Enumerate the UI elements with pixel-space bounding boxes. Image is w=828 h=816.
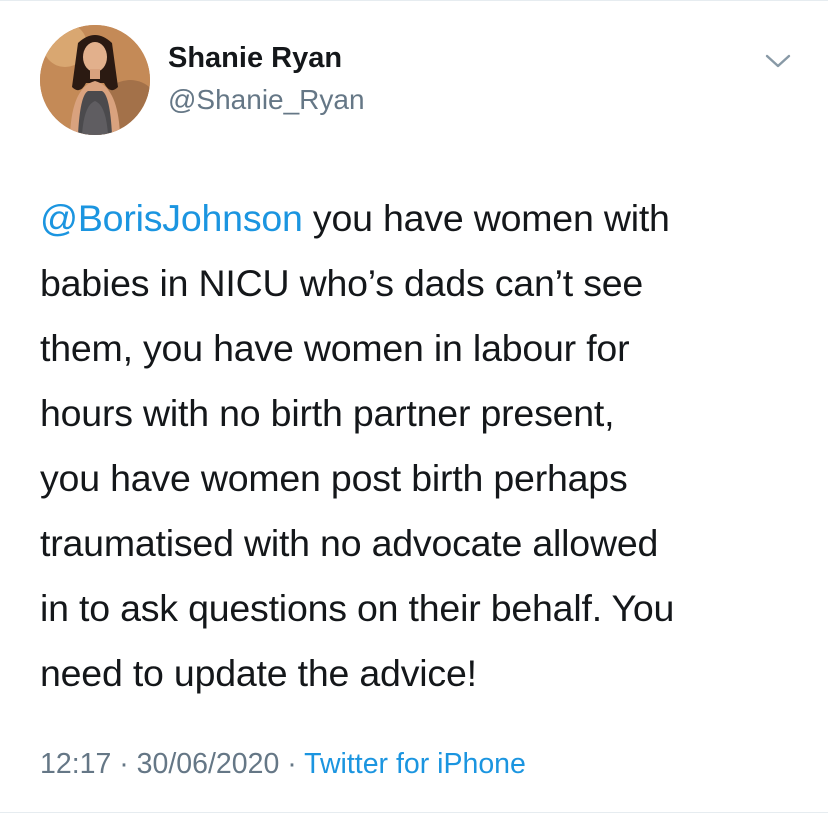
top-divider (0, 0, 828, 1)
tweet-line-text: you have women with (302, 197, 670, 239)
tweet-menu-button[interactable] (760, 46, 796, 76)
avatar[interactable] (40, 25, 150, 135)
tweet-line: traumatised with no advocate allowed (40, 522, 659, 564)
tweet-line: in to ask questions on their behalf. You (40, 587, 675, 629)
tweet-date[interactable]: 30/06/2020 (137, 748, 280, 780)
tweet-time[interactable]: 12:17 (40, 748, 111, 780)
mention-link[interactable]: @BorisJohnson (40, 197, 303, 239)
tweet-line: babies in NICU who’s dads can’t see (40, 262, 644, 304)
meta-separator: · (279, 748, 305, 780)
tweet-source-link[interactable]: Twitter for iPhone (304, 748, 526, 780)
meta-separator: · (111, 748, 137, 780)
bottom-divider (0, 812, 828, 813)
tweet-line: need to update the advice! (40, 652, 477, 694)
tweet-meta: 12:17 · 30/06/2020 · Twitter for iPhone (40, 748, 526, 781)
chevron-down-icon (765, 54, 791, 68)
avatar-photo (40, 25, 150, 135)
author-name[interactable]: Shanie Ryan (168, 42, 342, 75)
tweet-line: them, you have women in labour for (40, 327, 630, 369)
tweet-line: @BorisJohnson you have women with (40, 186, 800, 251)
tweet-line: hours with no birth partner present, (40, 392, 615, 434)
tweet-text: @BorisJohnson you have women with babies… (40, 186, 800, 706)
tweet-line: you have women post birth perhaps (40, 457, 628, 499)
author-handle[interactable]: @Shanie_Ryan (168, 84, 365, 116)
